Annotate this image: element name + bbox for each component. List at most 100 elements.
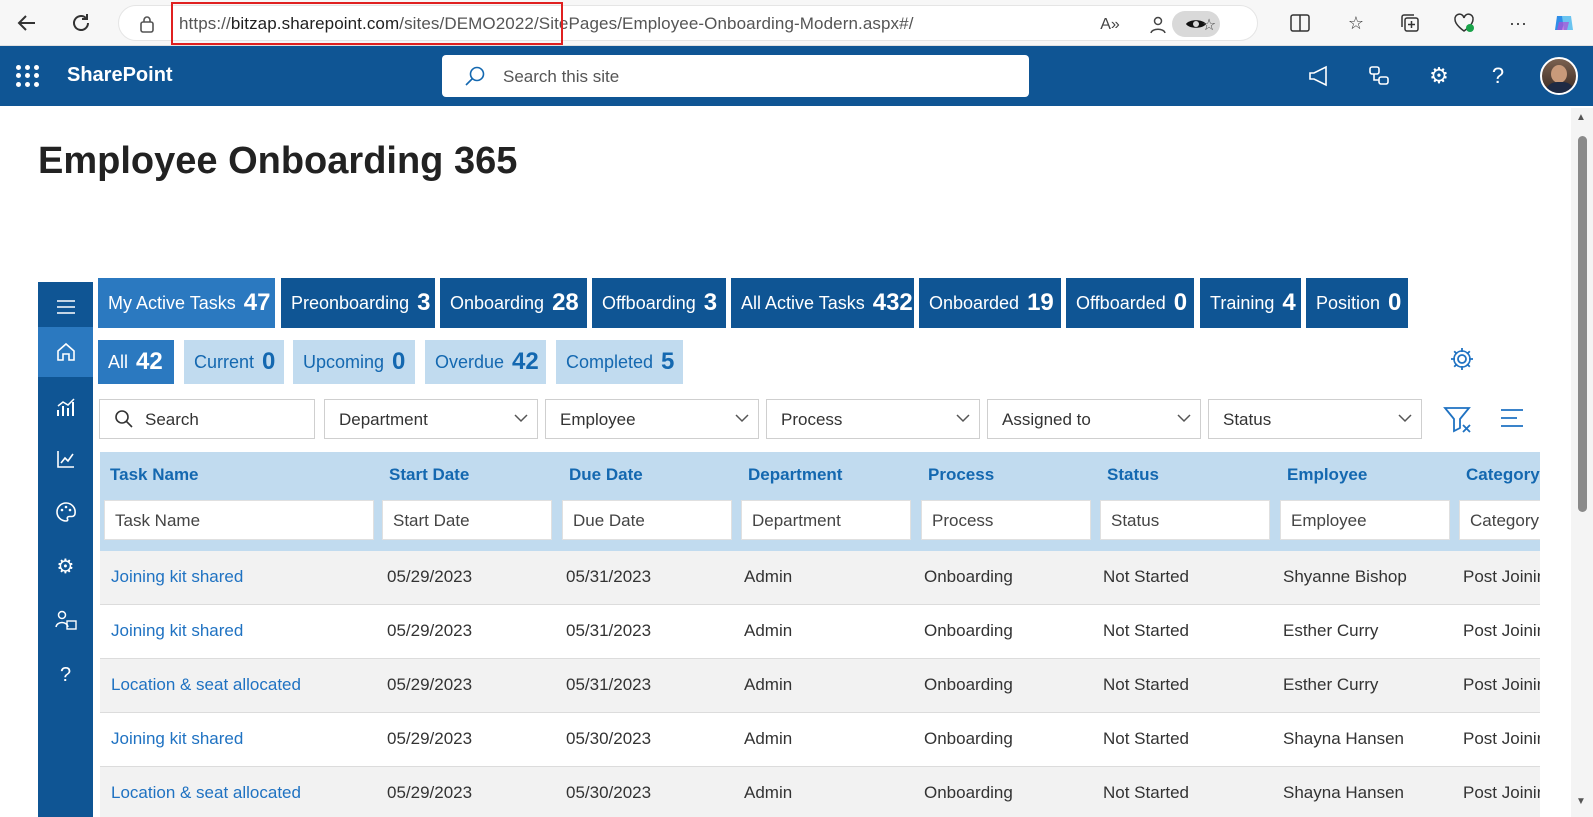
filter-placeholder: Due Date [573, 511, 645, 530]
more-icon[interactable]: ··· [1504, 9, 1532, 37]
process-filter-input[interactable]: Process [921, 500, 1091, 540]
due-date-cell: 05/30/2023 [566, 783, 652, 802]
table-row[interactable]: Joining kit shared 05/29/2023 05/31/2023… [100, 605, 1540, 659]
department-dropdown[interactable]: Department [324, 399, 538, 439]
chevron-down-icon [734, 410, 750, 431]
filter-placeholder: Start Date [393, 511, 470, 530]
tab-all-active-tasks[interactable]: All Active Tasks 432 [731, 278, 914, 328]
tab-count: 3 [417, 289, 431, 316]
tab-count: 28 [552, 289, 579, 316]
analytics-line-icon[interactable] [38, 434, 93, 484]
table-row[interactable]: Joining kit shared 05/29/2023 05/30/2023… [100, 713, 1540, 767]
table-row[interactable]: Location & seat allocated 05/29/2023 05/… [100, 659, 1540, 713]
browser-essentials-icon[interactable] [1450, 9, 1478, 37]
task-name-link[interactable]: Joining kit shared [111, 567, 243, 587]
settings-nav-icon[interactable]: ⚙ [38, 541, 93, 591]
employee-cell: Shayna Hansen [1283, 783, 1404, 802]
task-name-link[interactable]: Location & seat allocated [111, 675, 301, 695]
subtab-current[interactable]: Current 0 [184, 340, 284, 384]
column-header-start-date[interactable]: Start Date [389, 465, 469, 485]
tab-offboarding[interactable]: Offboarding 3 [592, 278, 726, 328]
status-cell: Not Started [1103, 621, 1189, 640]
scroll-down-icon[interactable]: ▼ [1576, 796, 1586, 807]
column-header-task-name[interactable]: Task Name [110, 465, 199, 485]
site-search-box[interactable]: Search this site [442, 55, 1029, 97]
column-header-process[interactable]: Process [928, 465, 994, 485]
employee-filter-input[interactable]: Employee [1280, 500, 1450, 540]
task-name-link[interactable]: Joining kit shared [111, 729, 243, 749]
tab-offboarded[interactable]: Offboarded 0 [1066, 278, 1194, 328]
due-date-cell: 05/31/2023 [566, 675, 652, 694]
subtab-label: Completed [566, 351, 654, 372]
favorite-star-icon[interactable]: ☆ [1196, 12, 1222, 38]
home-icon[interactable] [38, 327, 93, 377]
column-header-due-date[interactable]: Due Date [569, 465, 643, 485]
column-header-employee[interactable]: Employee [1287, 465, 1367, 485]
task-name-link[interactable]: Location & seat allocated [111, 783, 301, 803]
read-aloud-icon[interactable]: A» [1097, 12, 1123, 38]
lock-icon [139, 15, 155, 38]
tab-onboarded[interactable]: Onboarded 19 [919, 278, 1061, 328]
chevron-down-icon [513, 410, 529, 431]
my-network-icon[interactable] [1364, 61, 1394, 91]
table-row[interactable]: Location & seat allocated 05/29/2023 05/… [100, 767, 1540, 817]
app-launcher-icon[interactable] [16, 65, 39, 87]
favorites-icon[interactable]: ☆ [1342, 9, 1370, 37]
tab-onboarding[interactable]: Onboarding 28 [440, 278, 587, 328]
copilot-icon[interactable] [1550, 9, 1578, 37]
tab-my-active-tasks[interactable]: My Active Tasks 47 [98, 278, 275, 328]
category-filter-input[interactable]: Category [1459, 500, 1540, 540]
subtab-label: Overdue [435, 351, 505, 372]
department-filter-input[interactable]: Department [741, 500, 911, 540]
subtab-upcoming[interactable]: Upcoming 0 [293, 340, 415, 384]
page-scrollbar[interactable]: ▲ ▼ [1571, 108, 1593, 817]
subtab-completed[interactable]: Completed 5 [556, 340, 683, 384]
theme-palette-icon[interactable] [38, 487, 93, 537]
tab-label: Onboarded [929, 292, 1020, 313]
profile-share-icon[interactable] [1145, 12, 1171, 38]
column-options-icon[interactable] [1500, 408, 1526, 430]
hamburger-menu-icon[interactable] [38, 282, 93, 332]
app-name[interactable]: SharePoint [67, 64, 173, 87]
reports-chart-icon[interactable] [38, 382, 93, 432]
tab-preonboarding[interactable]: Preonboarding 3 [281, 278, 435, 328]
column-header-department[interactable]: Department [748, 465, 842, 485]
scroll-up-icon[interactable]: ▲ [1576, 112, 1586, 123]
column-header-status[interactable]: Status [1107, 465, 1159, 485]
split-screen-icon[interactable] [1286, 9, 1314, 37]
megaphone-icon[interactable] [1305, 61, 1335, 91]
scrollbar-thumb[interactable] [1578, 136, 1587, 512]
tab-position[interactable]: Position 0 [1306, 278, 1408, 328]
tab-label: Training [1210, 292, 1275, 313]
help-nav-icon[interactable]: ? [38, 650, 93, 700]
settings-gear-icon[interactable]: ⚙ [1424, 61, 1454, 91]
task-name-link[interactable]: Joining kit shared [111, 621, 243, 641]
view-settings-gear-icon[interactable] [1447, 344, 1477, 374]
column-header-category[interactable]: Category [1466, 465, 1540, 485]
avatar[interactable] [1540, 57, 1578, 95]
employees-icon[interactable] [38, 595, 93, 645]
process-dropdown[interactable]: Process [766, 399, 980, 439]
start-date-filter-input[interactable]: Start Date [382, 500, 552, 540]
filter-placeholder: Process [932, 511, 994, 530]
subtab-overdue[interactable]: Overdue 42 [425, 340, 546, 384]
status-filter-input[interactable]: Status [1100, 500, 1270, 540]
task-name-filter-input[interactable]: Task Name [104, 500, 374, 540]
refresh-icon[interactable] [66, 8, 96, 38]
collections-icon[interactable] [1396, 9, 1424, 37]
table-row[interactable]: Joining kit shared 05/29/2023 05/31/2023… [100, 551, 1540, 605]
tasks-table: Task Name Start Date Due Date Department… [100, 452, 1540, 817]
subtab-all[interactable]: All 42 [98, 340, 174, 384]
chevron-down-icon [1397, 410, 1413, 431]
clear-filter-icon[interactable] [1443, 405, 1475, 437]
assigned-to-dropdown[interactable]: Assigned to [987, 399, 1201, 439]
search-input[interactable]: Search [99, 399, 315, 439]
status-dropdown[interactable]: Status [1208, 399, 1422, 439]
due-date-filter-input[interactable]: Due Date [562, 500, 732, 540]
help-icon[interactable]: ? [1483, 61, 1513, 91]
start-date-cell: 05/29/2023 [387, 675, 473, 694]
tab-training[interactable]: Training 4 [1200, 278, 1301, 328]
employee-dropdown[interactable]: Employee [545, 399, 759, 439]
process-cell: Onboarding [924, 567, 1013, 586]
back-icon[interactable] [12, 8, 42, 38]
